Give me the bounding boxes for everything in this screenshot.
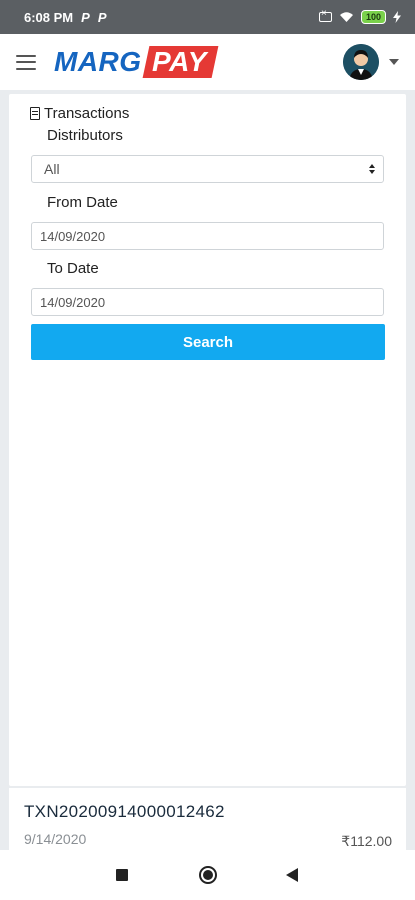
home-icon[interactable] [199,866,217,884]
transaction-id: TXN20200914000012462 [24,802,225,821]
logo-pay-text: PAY [151,46,207,77]
from-date-field[interactable]: 14/09/2020 [31,222,384,250]
distributors-label: Distributors [47,127,123,144]
menu-icon[interactable] [16,54,36,70]
profile-menu[interactable] [343,44,399,80]
wifi-icon [339,12,353,22]
notification-p-icon: P [81,9,90,25]
screen-cast-icon [318,8,332,22]
transaction-amount: ₹112.00 [341,833,392,849]
to-date-label: To Date [47,260,99,277]
avatar[interactable] [343,44,379,80]
list-item[interactable]: TXN20200914000012462 9/14/2020 ₹112.00 [9,788,406,850]
from-date-label: From Date [47,194,118,211]
search-button[interactable]: Search [31,324,385,360]
chevron-down-icon[interactable] [389,59,399,65]
distributors-select[interactable]: All [31,155,384,183]
user-avatar-icon [343,44,379,80]
notification-p-icon: P [97,9,107,25]
margpay-logo: MARG PAY [54,46,218,78]
battery-icon: 100 [360,10,386,24]
recent-apps-icon[interactable] [116,869,128,881]
back-icon[interactable] [286,868,298,882]
app-header: MARG PAY [0,34,415,90]
page-title: Transactions [44,105,130,122]
status-time: 6:08 PM [24,9,74,25]
distributors-selected-value: All [44,161,60,177]
select-arrows-icon [369,164,375,174]
charging-icon [393,11,401,23]
to-date-field[interactable]: 14/09/2020 [31,288,384,316]
transactions-heading: Transactions [30,105,129,122]
system-nav-bar [0,850,415,900]
transaction-date: 9/14/2020 [24,831,87,847]
logo-marg-text: MARG [54,46,142,77]
status-bar: 6:08 PM P P 100 [0,0,415,34]
transactions-card: Transactions Distributors All From Date … [9,94,406,786]
document-icon [30,107,40,120]
